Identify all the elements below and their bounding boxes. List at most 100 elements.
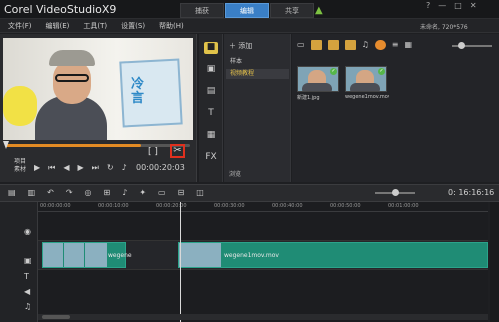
menu: 文件(F) 编辑(E) 工具(T) 设置(S) 帮助(H) [8, 21, 184, 31]
overlay-track-icon[interactable]: ▣ [24, 256, 34, 266]
mode-label[interactable]: 项目 素材 [14, 158, 26, 174]
yellow-plush [3, 86, 37, 126]
folder-sample[interactable]: 样本 [226, 57, 289, 67]
split-icon[interactable]: ⊟ [178, 188, 185, 197]
scrub-progress [5, 144, 141, 147]
project-info: 未命名, 720*576 [420, 24, 468, 31]
scroll-thumb[interactable] [42, 315, 70, 319]
media-thumb-1[interactable]: ✓ [297, 66, 339, 92]
graphic-icon[interactable]: ▦ [204, 130, 218, 142]
clip-2-label: wegene1mov.mov [224, 252, 279, 259]
person-cap [49, 50, 95, 66]
clip-thumb [43, 243, 63, 267]
close-button[interactable]: ✕ [470, 1, 477, 10]
menu-tools[interactable]: 工具(T) [83, 21, 107, 31]
repeat-icon[interactable]: ↻ [107, 163, 114, 173]
horizontal-scrollbar[interactable] [38, 314, 488, 320]
list-view-icon[interactable]: ≡ [392, 40, 399, 50]
menu-settings[interactable]: 设置(S) [121, 21, 145, 31]
timeline-tools: ▤ ▥ ↶ ↷ ◎ ⊞ ♪ ✦ ▭ ⊟ ◫ [8, 188, 204, 197]
record-icon[interactable]: ◎ [85, 188, 92, 197]
menu-help[interactable]: 帮助(H) [159, 21, 184, 31]
preview-video[interactable]: 冷 言 [3, 38, 193, 140]
storyboard-view-icon[interactable]: ▤ [8, 188, 16, 197]
clip-1-label: wegene [108, 252, 132, 259]
browse-button[interactable]: 浏览 [229, 169, 241, 178]
photo-filter-icon[interactable] [327, 40, 339, 50]
upload-arrow-icon[interactable]: ▲ [315, 5, 325, 16]
auto-music-icon[interactable]: ♪ [122, 188, 127, 197]
person-glasses [55, 74, 89, 82]
ruler-label: 00:01:00:00 [388, 203, 419, 209]
audio-filter-icon[interactable] [344, 40, 356, 50]
clip-thumb [64, 243, 84, 267]
music-track-icon[interactable]: ♫ [24, 302, 34, 312]
stop-motion-icon[interactable]: ◫ [196, 188, 204, 197]
next-frame-icon[interactable]: ▶ [78, 163, 84, 173]
cut-button[interactable]: ✂ [170, 144, 185, 158]
window-controls: ? — □ ✕ [426, 1, 477, 10]
video-filter-icon[interactable] [310, 40, 322, 50]
ruler-label: 00:00:30:00 [214, 203, 245, 209]
person-head [53, 60, 91, 104]
media-thumb-2[interactable]: ✓ [345, 66, 387, 92]
music-icon[interactable]: ♫ [362, 40, 369, 50]
clip-thumb [179, 243, 221, 267]
thumb-body [350, 83, 380, 91]
folder-tutorial[interactable]: 视频教程 [226, 69, 289, 79]
timeline-zoom-knob[interactable] [392, 189, 399, 196]
mix-icon[interactable]: ⊞ [104, 188, 111, 197]
transition-icon[interactable]: ▤ [204, 86, 218, 98]
video-track-icon[interactable]: ◉ [24, 227, 34, 237]
thumb-body [302, 83, 332, 91]
media-library-icon[interactable]: ■ [204, 42, 218, 54]
media-label-2: wegene1mov.mov [345, 94, 389, 100]
add-folder-label: 添加 [238, 42, 253, 50]
timeline-playhead[interactable] [180, 202, 181, 322]
end-icon[interactable]: ⏭ [92, 163, 99, 173]
ruler-label: 00:00:50:00 [330, 203, 361, 209]
media-panel [292, 34, 499, 182]
voice-track-icon[interactable]: ◀ [24, 287, 34, 297]
menu-edit[interactable]: 编辑(E) [46, 21, 70, 31]
tab-edit[interactable]: 编辑 [225, 3, 269, 18]
preview-timecode[interactable]: 00:00:20:03 [136, 163, 185, 172]
ruler-label: 00:00:20:00 [156, 203, 187, 209]
check-icon: ✓ [378, 68, 385, 75]
media-toolbar: ▭ ♫ ≡ ▦ [297, 40, 412, 50]
vertical-scrollbar[interactable] [490, 202, 499, 322]
timeline-timecode[interactable]: 0: 16:16:16 [448, 188, 494, 197]
motion-icon[interactable]: ✦ [139, 188, 146, 197]
thumb-zoom-knob[interactable] [458, 42, 465, 49]
instant-project-icon[interactable]: ▣ [204, 64, 218, 76]
help-button[interactable]: ? [426, 1, 430, 10]
clip-thumb [85, 243, 107, 267]
grid-view-icon[interactable]: ▦ [404, 40, 412, 50]
app-logo: Corel VideoStudioX9 [4, 3, 117, 16]
menu-file[interactable]: 文件(F) [8, 21, 32, 31]
prev-frame-icon[interactable]: ◀ [63, 163, 69, 173]
mark-in-out[interactable]: [ ] [148, 147, 158, 157]
redo-icon[interactable]: ↷ [66, 188, 73, 197]
subtitle-icon[interactable]: ▭ [158, 188, 166, 197]
sign-board [119, 58, 183, 128]
ruler-label: 00:00:00:00 [40, 203, 71, 209]
minimize-button[interactable]: — [438, 1, 446, 10]
tab-capture[interactable]: 捕获 [180, 3, 224, 18]
undo-icon[interactable]: ↶ [47, 188, 54, 197]
home-icon[interactable]: ⏮ [48, 163, 55, 173]
ruler-label: 00:00:10:00 [98, 203, 129, 209]
playback-controls: ▶ ⏮ ◀ ▶ ⏭ ↻ ♪ [34, 163, 127, 173]
media-label-1: 新建1.jpg [297, 95, 320, 101]
settings-icon[interactable] [374, 40, 386, 50]
volume-icon[interactable]: ♪ [122, 163, 127, 173]
tab-share[interactable]: 共享 [270, 3, 314, 18]
fx-icon[interactable]: FX [204, 152, 218, 164]
add-folder-button[interactable]: ＋ 添加 [229, 41, 252, 51]
maximize-button[interactable]: □ [454, 1, 462, 10]
folder-icon[interactable]: ▭ [297, 40, 305, 50]
timeline-view-icon[interactable]: ▥ [28, 188, 36, 197]
title-icon[interactable]: T [204, 108, 218, 120]
title-track-icon[interactable]: T [24, 272, 34, 282]
play-icon[interactable]: ▶ [34, 163, 40, 173]
